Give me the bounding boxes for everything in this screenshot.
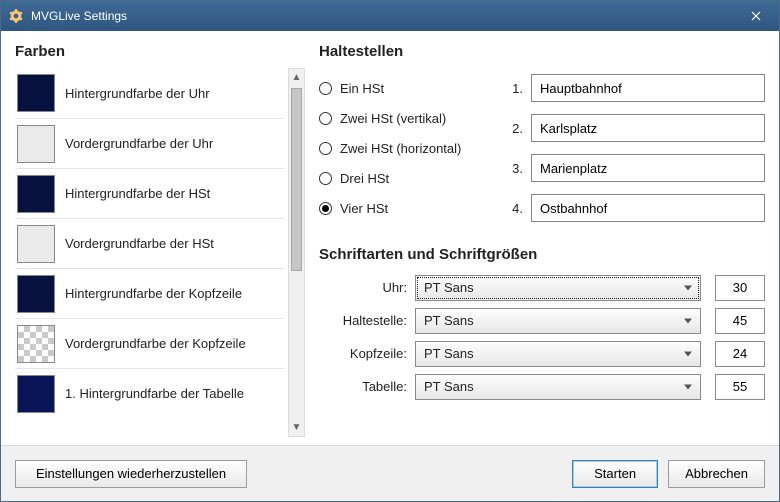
font-size-input[interactable] [715,308,765,334]
scroll-up-button[interactable]: ▲ [289,69,304,86]
radio-label: Drei HSt [340,171,389,186]
color-swatch[interactable] [17,325,55,363]
radio-label: Zwei HSt (horizontal) [340,141,461,156]
fonts-panel: Schriftarten und Schriftgrößen Uhr: PT Sa… [319,246,765,403]
stop-number: 2. [507,121,523,136]
stop-count-option[interactable]: Zwei HSt (horizontal) [319,133,489,163]
color-row[interactable]: Vordergrundfarbe der Kopfzeile [15,318,284,368]
right-panel: Haltestellen Ein HSt Zwei HSt (vertikal) Z… [319,43,765,437]
stop-line: 2. [507,108,765,148]
app-icon [9,9,23,23]
font-row: Uhr: PT Sans [319,271,765,304]
colors-panel: Farben Hintergrundfarbe der Uhr Vordergru… [15,43,305,437]
stop-count-radios: Ein HSt Zwei HSt (vertikal) Zwei HSt (hori… [319,73,489,223]
stop-input-2[interactable] [531,114,765,142]
scroll-down-button[interactable]: ▼ [289,419,304,436]
color-label: Hintergrundfarbe der HSt [65,186,210,201]
scroll-thumb[interactable] [291,88,302,271]
color-swatch[interactable] [17,225,55,263]
radio-icon [319,112,332,125]
font-family-select[interactable]: PT Sans [415,341,701,367]
color-row[interactable]: Hintergrundfarbe der Kopfzeile [15,268,284,318]
stop-line: 4. [507,188,765,228]
color-list: Hintergrundfarbe der Uhr Vordergrundfarbe… [15,68,284,437]
settings-window: MVGLive Settings Farben Hintergrundfarbe… [0,0,780,502]
color-row[interactable]: 1. Hintergrundfarbe der Tabelle [15,368,284,418]
radio-icon [319,202,332,215]
stop-input-4[interactable] [531,194,765,222]
color-row[interactable]: Hintergrundfarbe der HSt [15,168,284,218]
font-label: Kopfzeile: [319,346,407,361]
color-list-container: Hintergrundfarbe der Uhr Vordergrundfarbe… [15,68,305,437]
stop-number: 3. [507,161,523,176]
font-family-select[interactable]: PT Sans [415,374,701,400]
stop-line: 1. [507,68,765,108]
dialog-footer: Einstellungen wiederherzustellen Starten… [1,445,779,501]
color-label: Vordergrundfarbe der HSt [65,236,214,251]
color-label: 1. Hintergrundfarbe der Tabelle [65,386,244,401]
stop-count-option[interactable]: Vier HSt [319,193,489,223]
fonts-heading: Schriftarten und Schriftgrößen [319,246,765,263]
color-label: Hintergrundfarbe der Kopfzeile [65,286,242,301]
window-title: MVGLive Settings [31,9,733,23]
font-family-select[interactable]: PT Sans [415,308,701,334]
color-swatch[interactable] [17,74,55,112]
radio-icon [319,142,332,155]
color-swatch[interactable] [17,175,55,213]
font-size-input[interactable] [715,374,765,400]
close-icon [751,11,761,21]
stop-number: 1. [507,81,523,96]
color-label: Vordergrundfarbe der Kopfzeile [65,336,246,351]
font-row: Haltestelle: PT Sans [319,304,765,337]
color-label: Vordergrundfarbe der Uhr [65,136,213,151]
font-family-select[interactable]: PT Sans [415,275,701,301]
colors-heading: Farben [15,43,305,60]
stop-inputs: 1. 2. 3. 4. [507,68,765,228]
font-rows: Uhr:PT SansHaltestelle:PT SansKopfzeile:… [319,271,765,403]
cancel-button[interactable]: Abbrechen [668,460,765,488]
stop-count-option[interactable]: Zwei HSt (vertikal) [319,103,489,133]
stop-count-option[interactable]: Drei HSt [319,163,489,193]
font-row: Tabelle: PT Sans [319,370,765,403]
stop-input-1[interactable] [531,74,765,102]
color-swatch[interactable] [17,125,55,163]
font-label: Tabelle: [319,379,407,394]
stop-count-option[interactable]: Ein HSt [319,73,489,103]
close-button[interactable] [733,1,779,31]
titlebar: MVGLive Settings [1,1,779,31]
color-row[interactable]: Vordergrundfarbe der Uhr [15,118,284,168]
font-row: Kopfzeile: PT Sans [319,337,765,370]
radio-icon [319,82,332,95]
font-label: Haltestelle: [319,313,407,328]
color-swatch[interactable] [17,375,55,413]
scroll-track[interactable] [289,86,304,419]
stops-row: Ein HSt Zwei HSt (vertikal) Zwei HSt (hori… [319,68,765,228]
stop-number: 4. [507,201,523,216]
font-size-input[interactable] [715,341,765,367]
color-label: Hintergrundfarbe der Uhr [65,86,210,101]
color-swatch[interactable] [17,275,55,313]
stop-input-3[interactable] [531,154,765,182]
stops-heading: Haltestellen [319,43,765,60]
font-size-input[interactable] [715,275,765,301]
color-row[interactable]: Hintergrundfarbe der Uhr [15,68,284,118]
color-list-scrollbar[interactable]: ▲ ▼ [288,68,305,437]
stop-line: 3. [507,148,765,188]
color-row[interactable]: Vordergrundfarbe der HSt [15,218,284,268]
font-label: Uhr: [319,280,407,295]
radio-icon [319,172,332,185]
reset-button[interactable]: Einstellungen wiederherzustellen [15,460,247,488]
start-button[interactable]: Starten [572,460,658,488]
content-area: Farben Hintergrundfarbe der Uhr Vordergru… [1,31,779,445]
radio-label: Ein HSt [340,81,384,96]
radio-label: Vier HSt [340,201,388,216]
radio-label: Zwei HSt (vertikal) [340,111,446,126]
